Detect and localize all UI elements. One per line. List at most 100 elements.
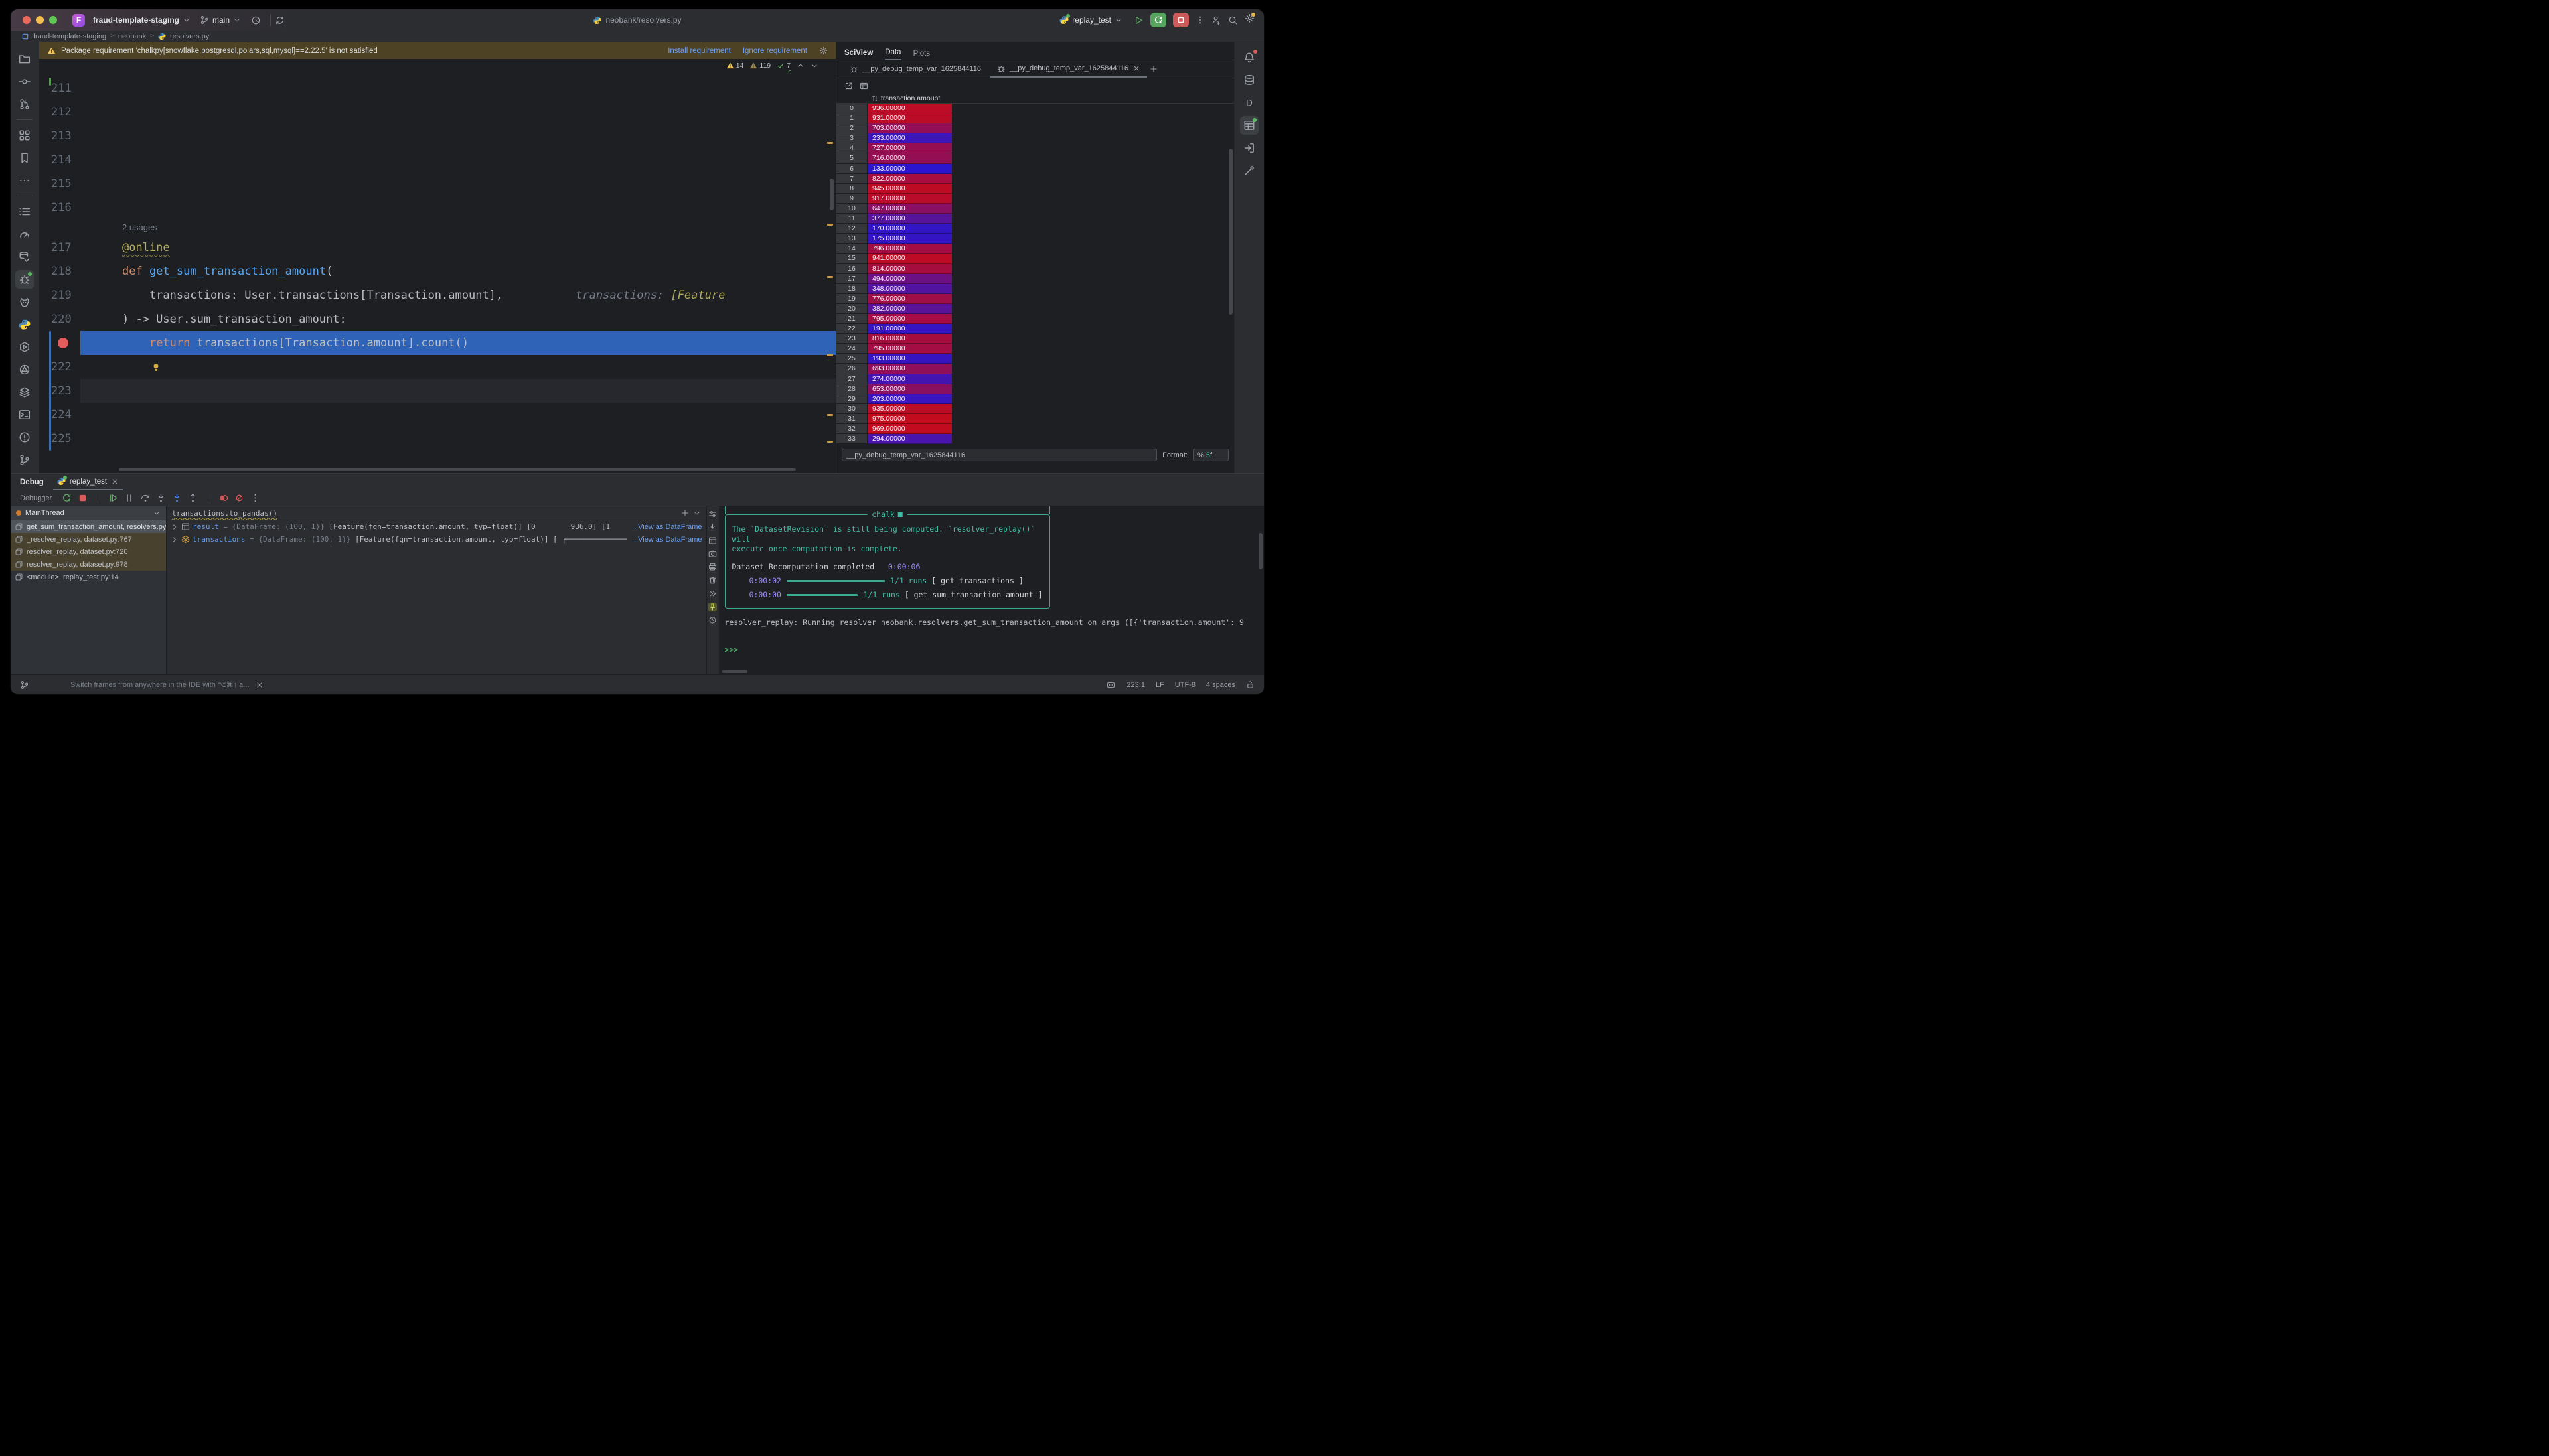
install-requirement-link[interactable]: Install requirement (668, 47, 731, 55)
view-breakpoints-icon[interactable] (218, 493, 228, 503)
dataframe-table[interactable]: 0936.000001931.000002703.000003233.00000… (836, 104, 952, 446)
table-row[interactable]: 27274.00000 (836, 374, 952, 384)
debug-console[interactable]: chalk The `DatasetRevision` is still bei… (720, 506, 1265, 674)
frame-row[interactable]: resolver_replay, dataset.py:720 (11, 546, 166, 558)
commit-tool-button[interactable] (15, 72, 34, 91)
ai-assistant-icon[interactable] (1106, 680, 1116, 690)
open-in-editor-icon[interactable] (844, 82, 853, 90)
inspections-widget[interactable]: 14 119 7 (39, 59, 836, 72)
stripe-mark[interactable] (827, 224, 833, 226)
table-row[interactable]: 15941.00000 (836, 254, 952, 263)
table-row[interactable]: 5716.00000 (836, 153, 952, 163)
table-scrollbar[interactable] (1229, 149, 1233, 315)
table-row[interactable]: 9917.00000 (836, 194, 952, 204)
chevrons-right-icon[interactable] (708, 589, 717, 598)
pin-icon[interactable] (708, 603, 717, 611)
console-prompt[interactable]: >>> (725, 645, 1265, 655)
lock-icon[interactable] (1246, 680, 1255, 689)
tab-plots[interactable]: Plots (913, 50, 931, 60)
line-number[interactable]: 217 (39, 236, 92, 259)
clock-icon[interactable] (708, 616, 717, 624)
console-scrollbar[interactable] (1259, 533, 1263, 569)
code-line[interactable]: 215 (39, 172, 836, 196)
ignore-requirement-link[interactable]: Ignore requirement (743, 47, 807, 55)
table-row[interactable]: 0936.00000 (836, 104, 952, 113)
code-line[interactable]: 225 (39, 427, 836, 451)
run-configuration[interactable]: replay_test (1055, 13, 1127, 27)
usages-hint[interactable]: 2 usages (39, 220, 836, 236)
view-as-dataframe-link[interactable]: ...View as DataFrame (632, 523, 702, 531)
breadcrumb-item[interactable]: neobank (118, 33, 146, 40)
table-row[interactable]: 33294.00000 (836, 434, 952, 444)
code-area[interactable]: 2112122132142152162 usages217@online218d… (39, 72, 836, 473)
table-row[interactable]: 19776.00000 (836, 294, 952, 304)
variable-row[interactable]: result = {DataFrame: (100, 1)} [Feature(… (167, 520, 706, 533)
pull-request-tool-button[interactable] (15, 95, 34, 113)
line-number[interactable]: 219 (39, 283, 92, 307)
dismiss-hint-icon[interactable] (256, 681, 264, 689)
line-number[interactable]: 216 (39, 196, 92, 220)
step-over-icon[interactable] (140, 493, 150, 503)
code-line[interactable]: 214 (39, 148, 836, 172)
mute-breakpoints-icon[interactable] (234, 493, 244, 503)
run-button[interactable] (1134, 15, 1144, 25)
line-number[interactable] (39, 331, 92, 355)
table-row[interactable]: 4727.00000 (836, 143, 952, 153)
line-number[interactable]: 223 (39, 379, 92, 403)
expand-icon[interactable] (171, 536, 179, 544)
scroll-end-icon[interactable] (708, 523, 717, 532)
stripe-mark[interactable] (827, 276, 833, 278)
code-with-me-icon[interactable] (1211, 15, 1221, 25)
more-options-icon[interactable] (250, 493, 260, 503)
table-icon[interactable] (708, 536, 717, 545)
endpoints-tool-button[interactable] (15, 360, 34, 379)
table-row[interactable]: 7822.00000 (836, 174, 952, 184)
frame-row[interactable]: <module>, replay_test.py:14 (11, 571, 166, 583)
python-tool-button[interactable] (15, 315, 34, 334)
table-header[interactable]: transaction.amount (836, 93, 1234, 104)
console-horizontal-scrollbar[interactable] (722, 670, 747, 673)
debug-session-tab[interactable]: replay_test (53, 474, 123, 490)
table-row[interactable]: 25193.00000 (836, 354, 952, 364)
folder-tool-button[interactable] (15, 50, 34, 68)
expand-icon[interactable] (171, 523, 179, 531)
table-row[interactable]: 23816.00000 (836, 334, 952, 344)
frame-row[interactable]: get_sum_transaction_amount, resolvers.py… (11, 520, 166, 533)
table-row[interactable]: 3233.00000 (836, 133, 952, 143)
code-line[interactable]: 224 (39, 403, 836, 427)
evaluate-expression-row[interactable]: transactions.to_pandas() (167, 506, 706, 520)
zoom-window-button[interactable] (49, 16, 57, 24)
table-row[interactable]: 26693.00000 (836, 364, 952, 374)
table-row[interactable]: 31975.00000 (836, 414, 952, 424)
breakpoint-dot[interactable] (58, 338, 68, 348)
sciview-tool-button[interactable] (1240, 116, 1259, 135)
step-into-icon[interactable] (156, 493, 166, 503)
prev-problem-icon[interactable] (797, 62, 805, 70)
table-row[interactable]: 12170.00000 (836, 224, 952, 234)
table-row[interactable]: 18348.00000 (836, 284, 952, 294)
caret-position[interactable]: 223:1 (1126, 681, 1145, 689)
table-row[interactable]: 21795.00000 (836, 314, 952, 324)
database-check-tool-button[interactable] (15, 248, 34, 266)
table-row[interactable]: 22191.00000 (836, 324, 952, 334)
variable-row[interactable]: transactions = {DataFrame: (100, 1)} [Fe… (167, 533, 706, 546)
stripe-mark[interactable] (827, 354, 833, 356)
table-row[interactable]: 28653.00000 (836, 384, 952, 394)
code-line[interactable]: 216 (39, 196, 836, 220)
search-everywhere-icon[interactable] (1228, 15, 1238, 25)
stop-button[interactable] (1173, 13, 1189, 27)
frame-row[interactable]: resolver_replay, dataset.py:978 (11, 558, 166, 571)
problems-tool-button[interactable] (15, 428, 34, 447)
table-row[interactable]: 8945.00000 (836, 184, 952, 194)
frame-row[interactable]: _resolver_replay, dataset.py:767 (11, 533, 166, 546)
table-row[interactable]: 24795.00000 (836, 344, 952, 354)
stripe-mark[interactable] (827, 414, 833, 416)
code-line[interactable]: 212 (39, 100, 836, 124)
more-actions-icon[interactable] (1196, 15, 1205, 25)
structure-tool-button[interactable] (15, 126, 34, 145)
line-ending[interactable]: LF (1156, 681, 1164, 689)
step-out-icon[interactable] (188, 493, 198, 503)
code-line[interactable]: return transactions[Transaction.amount].… (39, 331, 836, 355)
table-row[interactable]: 1931.00000 (836, 113, 952, 123)
table-row[interactable]: 6133.00000 (836, 164, 952, 174)
